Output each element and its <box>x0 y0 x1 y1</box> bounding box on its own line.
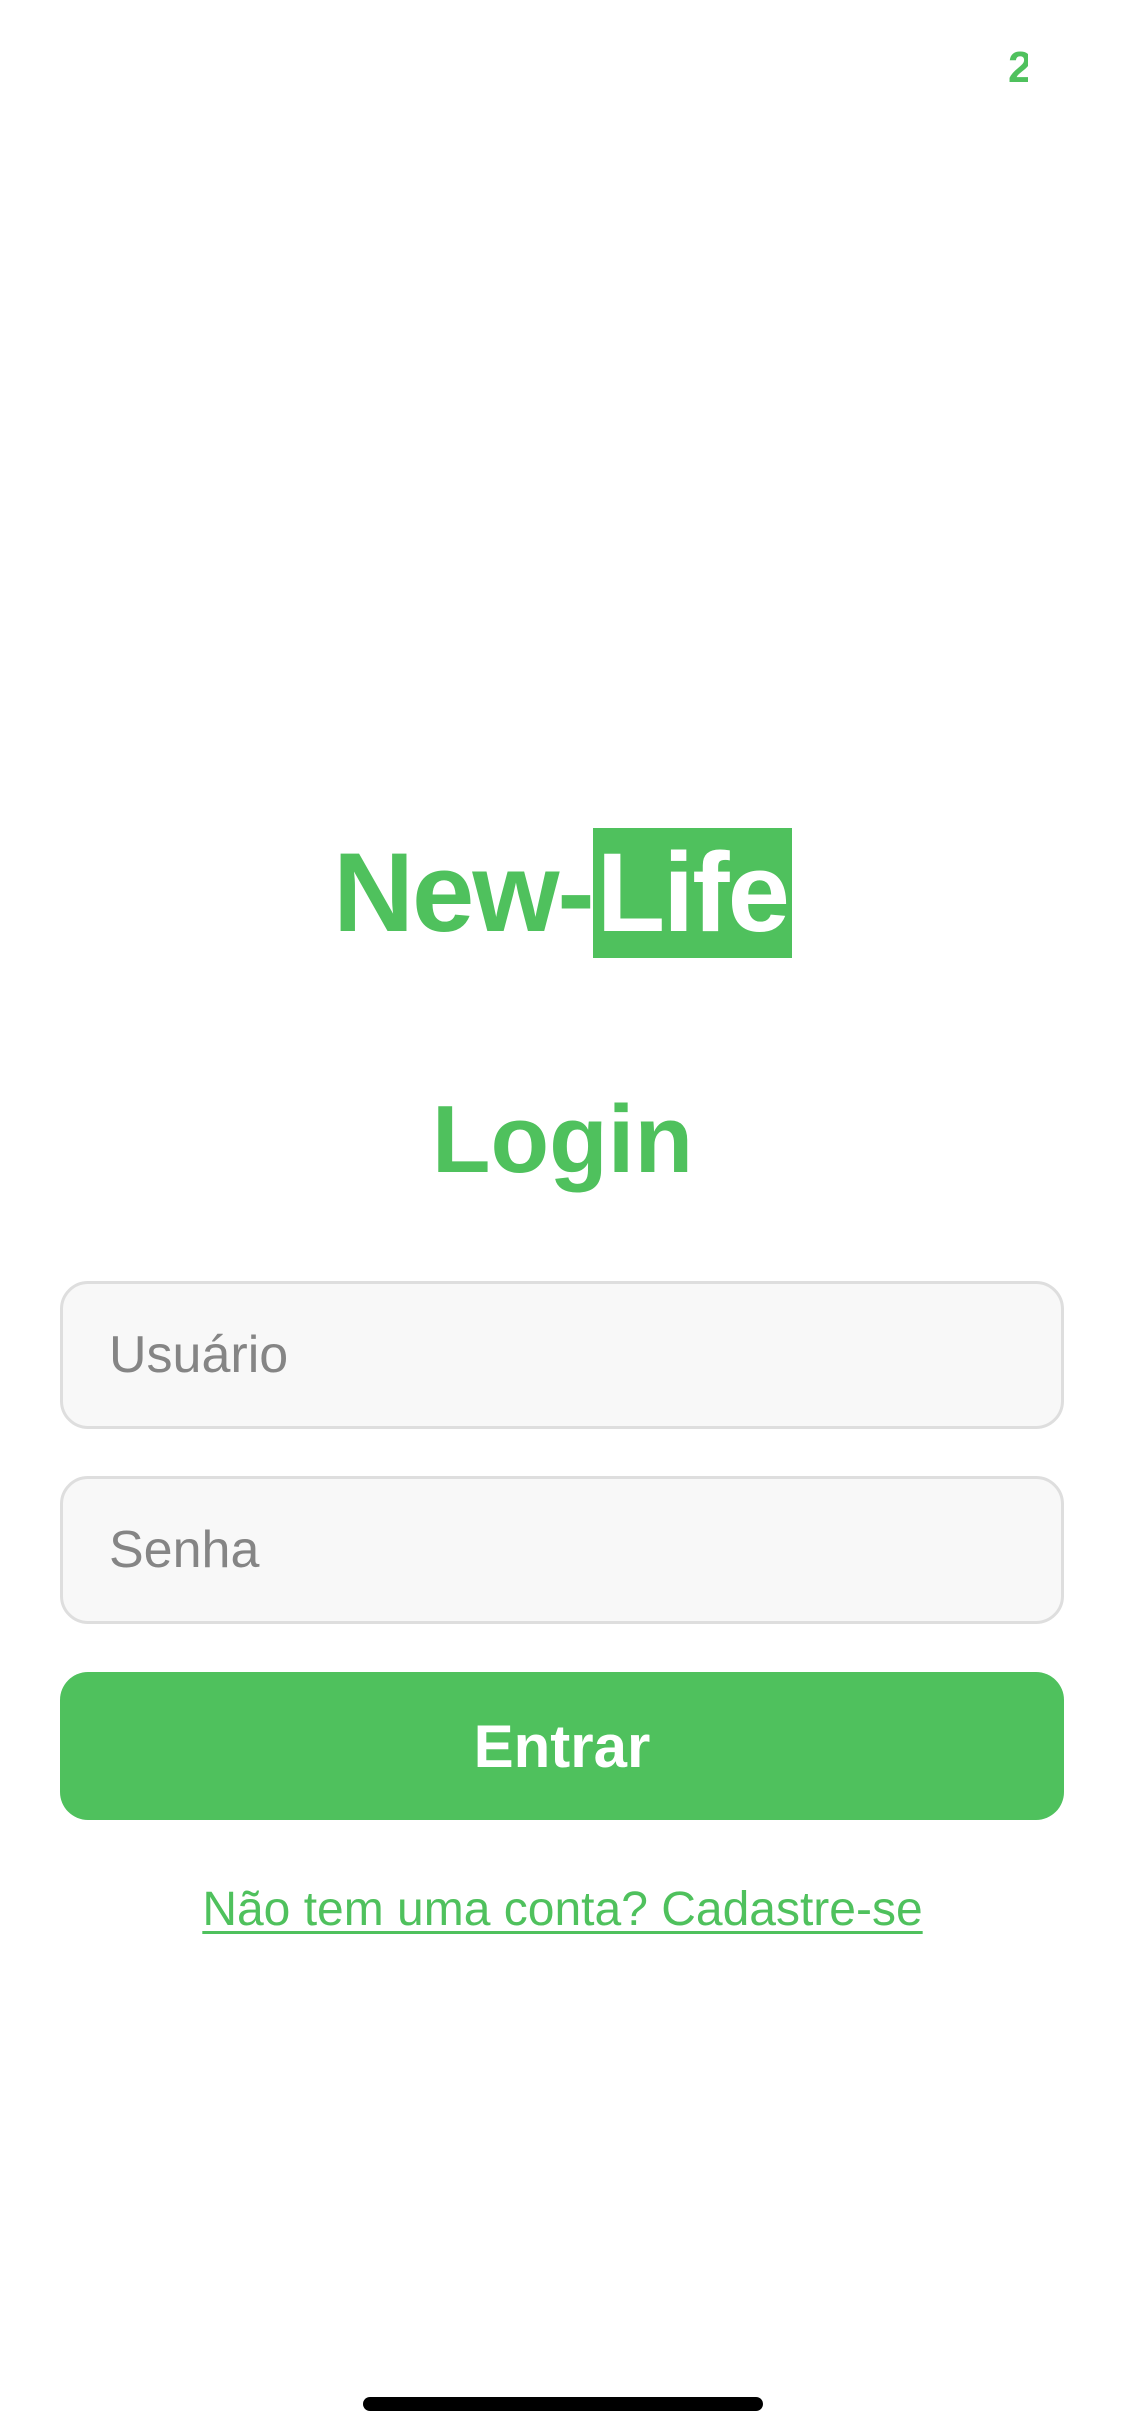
logo-text-new: New- <box>333 830 595 955</box>
username-input[interactable] <box>60 1281 1064 1429</box>
home-indicator[interactable] <box>363 2397 763 2411</box>
logo-text-life: Life <box>592 828 792 958</box>
page-title: Login <box>431 1086 694 1193</box>
login-button[interactable]: Entrar <box>60 1672 1064 1820</box>
app-logo: New-Life <box>0 828 1125 958</box>
status-bar-indicator: 2 <box>1008 46 1028 90</box>
login-screen: 2 New-Life Login Entrar Não tem uma cont… <box>0 0 1125 2436</box>
signup-link[interactable]: Não tem uma conta? Cadastre-se <box>0 1880 1125 1940</box>
password-input[interactable] <box>60 1476 1064 1624</box>
